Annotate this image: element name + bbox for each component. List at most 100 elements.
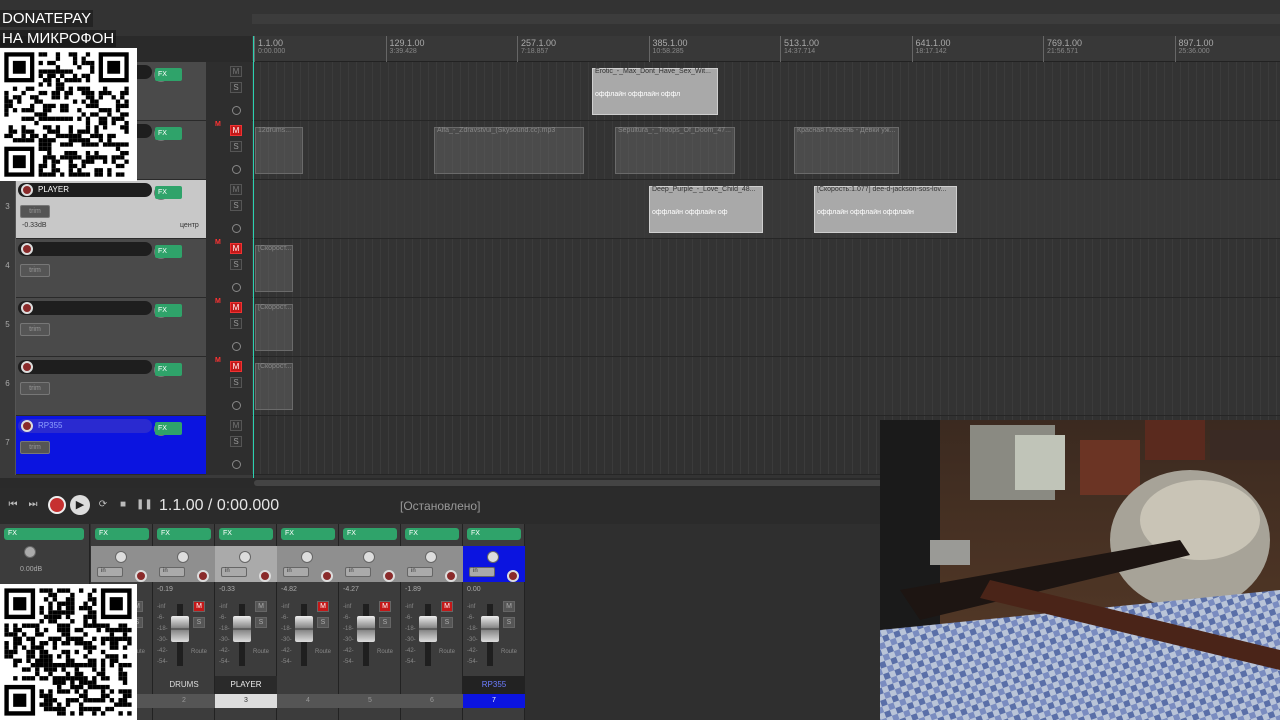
record-button[interactable] [48, 496, 66, 514]
arrange-view[interactable]: Erotic_-_Max_Dont_Have_Sex_Wit... оффлайн… [252, 62, 1280, 478]
input-selector[interactable]: in [407, 567, 433, 577]
media-item[interactable]: Erotic_-_Max_Dont_Have_Sex_Wit... оффлайн… [592, 68, 718, 115]
mute-button[interactable]: M [230, 243, 242, 254]
pan-knob[interactable] [239, 551, 251, 563]
mute-button[interactable]: M [230, 66, 242, 77]
route-button[interactable]: Route [501, 649, 517, 655]
strip-record-arm-button[interactable] [259, 570, 271, 582]
fx-button[interactable]: FX [155, 363, 182, 376]
input-selector[interactable]: in [283, 567, 309, 577]
strip-solo-button[interactable]: S [317, 617, 329, 628]
input-selector[interactable]: in [345, 567, 371, 577]
volume-fader[interactable] [233, 616, 251, 642]
strip-record-arm-button[interactable] [321, 570, 333, 582]
mixer-strip[interactable]: FX in 0.00 -inf -6- -18- -30- -42- -54- M S Route RP… [463, 524, 525, 720]
track-name-field[interactable]: RP355 [18, 419, 168, 436]
strip-name[interactable] [277, 676, 339, 694]
input-selector[interactable]: in [469, 567, 495, 577]
track-row[interactable]: 4 FX trim M M S [0, 239, 252, 298]
phase-icon[interactable] [232, 460, 241, 469]
fx-button[interactable]: FX [155, 127, 182, 140]
strip-mute-button[interactable]: M [503, 601, 515, 612]
route-button[interactable]: Route [377, 649, 393, 655]
mixer-strip[interactable]: FX in -0.19 -inf -6- -18- -30- -42- -54- M S Route D… [153, 524, 215, 720]
trim-envelope-button[interactable]: trim [20, 264, 50, 277]
strip-mute-button[interactable]: M [193, 601, 205, 612]
strip-name[interactable] [339, 676, 401, 694]
track-name-field[interactable] [18, 360, 168, 377]
track-name-field[interactable] [18, 242, 168, 259]
strip-record-arm-button[interactable] [135, 570, 147, 582]
volume-fader[interactable] [295, 616, 313, 642]
phase-icon[interactable] [232, 106, 241, 115]
play-button[interactable]: ▶ [70, 495, 90, 515]
track-row[interactable]: 7 RP355 FX trim M S [0, 416, 252, 475]
phase-icon[interactable] [232, 224, 241, 233]
solo-button[interactable]: S [230, 259, 242, 270]
phase-icon[interactable] [232, 342, 241, 351]
track-lane[interactable]: [Скорост... [252, 298, 1280, 357]
track-name-field[interactable]: PLAYER [18, 183, 168, 200]
strip-solo-button[interactable]: S [379, 617, 391, 628]
trim-envelope-button[interactable]: trim [20, 323, 50, 336]
go-to-start-icon[interactable]: ⏮ [6, 498, 20, 512]
repeat-icon[interactable]: ⟳ [96, 498, 110, 512]
volume-fader[interactable] [481, 616, 499, 642]
strip-mute-button[interactable]: M [441, 601, 453, 612]
strip-record-arm-button[interactable] [445, 570, 457, 582]
strip-solo-button[interactable]: S [503, 617, 515, 628]
solo-button[interactable]: S [230, 318, 242, 329]
fx-button[interactable]: FX [155, 68, 182, 81]
route-button[interactable]: Route [315, 649, 331, 655]
phase-icon[interactable] [232, 165, 241, 174]
solo-button[interactable]: S [230, 82, 242, 93]
fx-button[interactable]: FX [155, 186, 182, 199]
solo-button[interactable]: S [230, 377, 242, 388]
media-item[interactable]: [Скорост... [255, 245, 293, 292]
record-arm-button[interactable] [21, 302, 33, 314]
strip-fx-button[interactable]: FX [343, 528, 397, 540]
record-arm-button[interactable] [21, 184, 33, 196]
phase-icon[interactable] [232, 401, 241, 410]
mixer-strip[interactable]: FX in -4.27 -inf -6- -18- -30- -42- -54- M S Route 5 [339, 524, 401, 720]
input-selector[interactable]: in [159, 567, 185, 577]
trim-envelope-button[interactable]: trim [20, 441, 50, 454]
fx-button[interactable]: FX [155, 422, 182, 435]
pan-knob[interactable] [301, 551, 313, 563]
trim-envelope-button[interactable]: trim [20, 205, 50, 218]
strip-solo-button[interactable]: S [441, 617, 453, 628]
mute-button[interactable]: M [230, 302, 242, 313]
volume-fader[interactable] [171, 616, 189, 642]
media-item[interactable]: [Скорост... [255, 363, 293, 410]
pan-knob[interactable] [363, 551, 375, 563]
strip-record-arm-button[interactable] [197, 570, 209, 582]
strip-name[interactable]: RP355 [463, 676, 525, 694]
fx-button[interactable]: FX [155, 245, 182, 258]
mixer-strip[interactable]: FX in -1.89 -inf -6- -18- -30- -42- -54- M S Route 6 [401, 524, 463, 720]
top-scroll-strip[interactable] [252, 14, 1280, 24]
pan-knob[interactable] [115, 551, 127, 563]
strip-solo-button[interactable]: S [193, 617, 205, 628]
solo-button[interactable]: S [230, 141, 242, 152]
solo-button[interactable]: S [230, 436, 242, 447]
volume-fader[interactable] [419, 616, 437, 642]
record-arm-button[interactable] [21, 420, 33, 432]
track-lane[interactable]: [Скорост... [252, 239, 1280, 298]
timeline-ruler[interactable]: 1.1.00 0:00.000 129.1.00 3:39.428 257.1.00 7:… [252, 36, 1280, 62]
strip-fx-button[interactable]: FX [467, 528, 521, 540]
master-volume-knob[interactable] [24, 546, 36, 558]
go-to-end-icon[interactable]: ⏭ [26, 498, 40, 512]
fx-button[interactable]: FX [155, 304, 182, 317]
media-item[interactable]: Красная Плесень - Девки уж... [794, 127, 899, 174]
route-button[interactable]: Route [253, 649, 269, 655]
track-name-field[interactable] [18, 301, 168, 318]
media-item[interactable]: [Скорость:1.077] dee-d-jackson-sos-lov..… [814, 186, 957, 233]
strip-name[interactable] [401, 676, 463, 694]
pan-knob[interactable] [487, 551, 499, 563]
master-fx-button[interactable]: FX [4, 528, 84, 540]
pan-knob[interactable] [425, 551, 437, 563]
media-item[interactable]: 12drums... [255, 127, 303, 174]
strip-name[interactable]: PLAYER [215, 676, 277, 694]
mute-button[interactable]: M [230, 184, 242, 195]
input-selector[interactable]: in [97, 567, 123, 577]
